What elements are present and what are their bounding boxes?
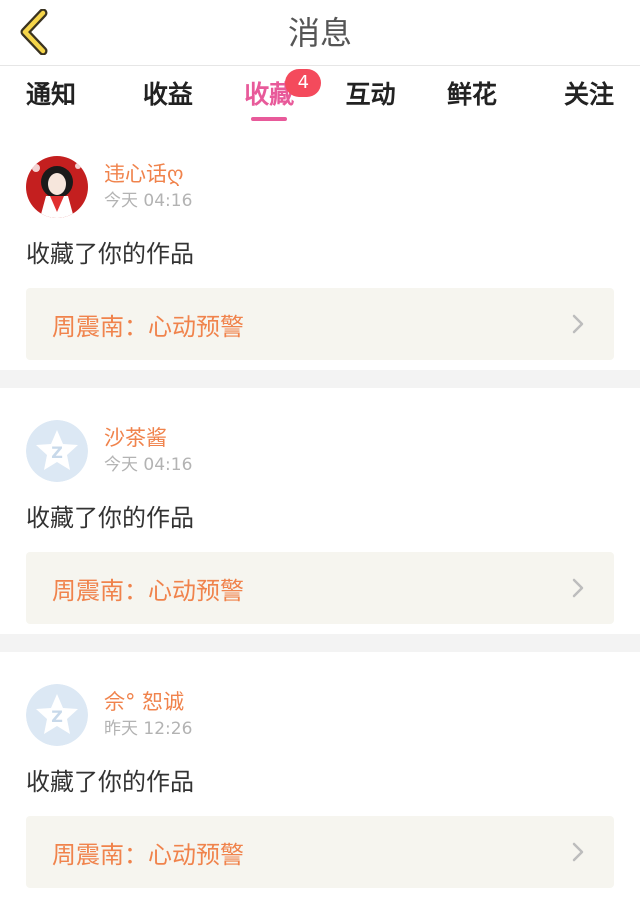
work-link[interactable]: 周震南：心动预警 (26, 552, 614, 624)
message-item: 违心话ღ 今天 04:16 收藏了你的作品 周震南：心动预警 (0, 124, 640, 370)
timestamp: 今天 04:16 (104, 455, 193, 475)
top-bar: 消息 (0, 0, 640, 66)
tab-flowers[interactable]: 鲜花 (421, 66, 522, 124)
tab-favorites[interactable]: 收藏 4 (219, 66, 322, 124)
tab-follows[interactable]: 关注 (523, 66, 640, 124)
message-text: 收藏了你的作品 (26, 768, 194, 796)
tab-notifications[interactable]: 通知 (0, 66, 117, 124)
username[interactable]: 沙茶酱 (104, 424, 192, 452)
tab-earnings[interactable]: 收益 (117, 66, 218, 124)
avatar[interactable]: Z (26, 684, 88, 746)
tab-bar: 通知 收益 收藏 4 互动 鲜花 关注 (0, 66, 640, 124)
user-avatar-icon (26, 156, 88, 218)
message-user[interactable]: Z 佘° 恕诚 昨天 12:26 (26, 684, 614, 746)
work-link[interactable]: 周震南：心动预警 (26, 288, 614, 360)
svg-text:Z: Z (51, 707, 63, 726)
work-title: 周震南：心动预警 (52, 576, 244, 605)
page-title: 消息 (287, 14, 352, 52)
tab-label: 收益 (142, 80, 193, 109)
avatar[interactable] (26, 156, 88, 218)
message-user[interactable]: 违心话ღ 今天 04:16 (26, 156, 614, 218)
divider (0, 370, 640, 388)
username[interactable]: 违心话ღ (104, 160, 192, 188)
message-text: 收藏了你的作品 (26, 504, 194, 532)
divider (0, 634, 640, 652)
tab-label: 互动 (345, 80, 396, 109)
chevron-right-icon (572, 842, 584, 862)
tab-label: 通知 (26, 80, 77, 109)
unread-badge: 4 (285, 69, 322, 97)
work-title: 周震南：心动预警 (52, 312, 244, 341)
avatar[interactable]: Z (26, 420, 88, 482)
timestamp: 今天 04:16 (104, 191, 193, 211)
tab-interactions[interactable]: 互动 (320, 66, 421, 124)
chevron-right-icon (572, 578, 584, 598)
work-link[interactable]: 周震南：心动预警 (26, 816, 614, 888)
chevron-right-icon (572, 314, 584, 334)
tab-label: 关注 (563, 80, 614, 109)
default-avatar-icon: Z (26, 420, 88, 482)
default-avatar-icon: Z (26, 684, 88, 746)
svg-text:Z: Z (51, 443, 63, 462)
message-text: 收藏了你的作品 (26, 240, 194, 268)
username[interactable]: 佘° 恕诚 (104, 688, 192, 716)
timestamp: 昨天 12:26 (104, 719, 193, 739)
message-item: Z 佘° 恕诚 昨天 12:26 收藏了你的作品 周震南：心动预警 (0, 652, 640, 898)
message-user[interactable]: Z 沙茶酱 今天 04:16 (26, 420, 614, 482)
tab-label: 鲜花 (447, 80, 498, 109)
message-item: Z 沙茶酱 今天 04:16 收藏了你的作品 周震南：心动预警 (0, 388, 640, 634)
work-title: 周震南：心动预警 (52, 840, 244, 869)
